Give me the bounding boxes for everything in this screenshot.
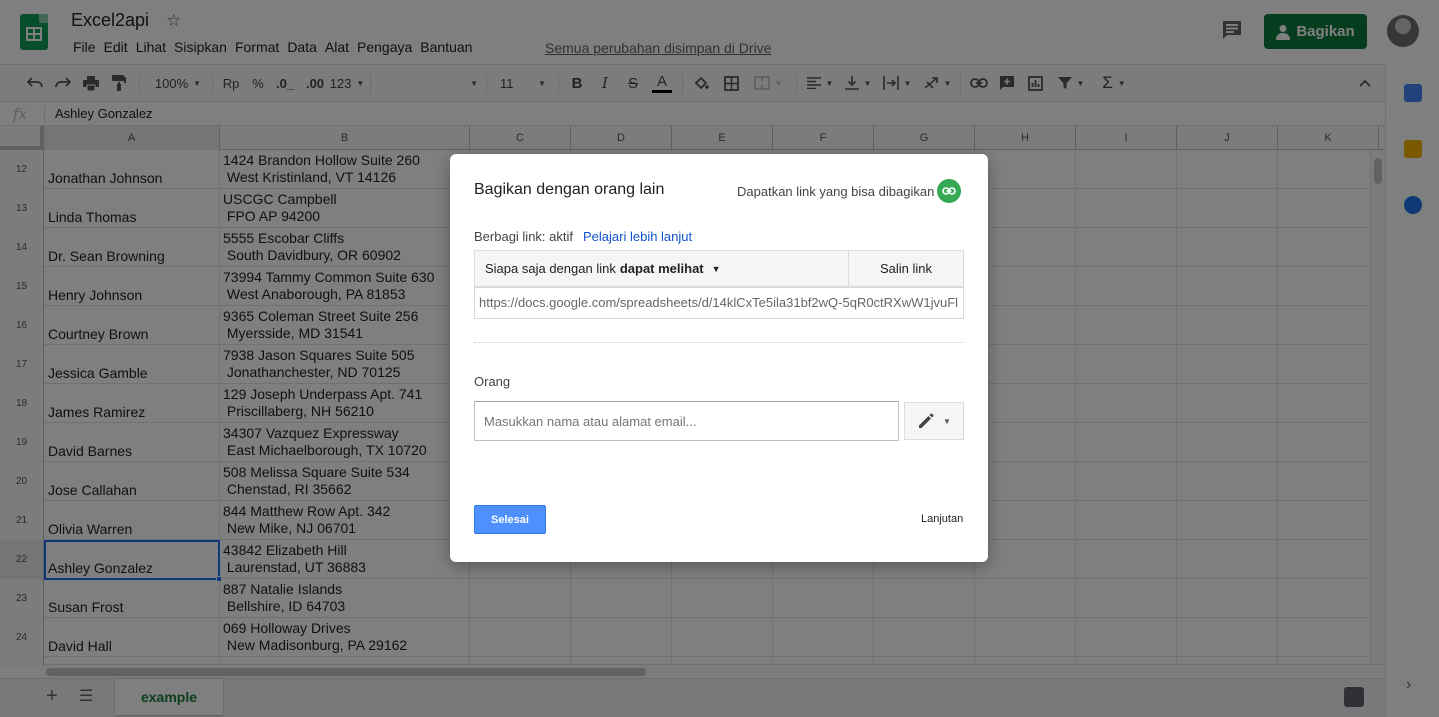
learn-more-link[interactable]: Pelajari lebih lanjut (583, 229, 692, 244)
link-sharing-status: Berbagi link: aktif (474, 229, 573, 244)
copy-link-button[interactable]: Salin link (848, 250, 964, 287)
dialog-title: Bagikan dengan orang lain (474, 181, 665, 198)
people-label: Orang (474, 374, 511, 389)
link-access-dropdown[interactable]: Siapa saja dengan link dapat melihat ▼ (474, 250, 849, 287)
access-level: dapat melihat (619, 261, 704, 276)
sheets-app: Excel2api ☆ File Edit Lihat Sisipkan For… (0, 0, 1439, 717)
share-dialog: Bagikan dengan orang lain Dapatkan link … (450, 154, 988, 562)
advanced-link[interactable]: Lanjutan (921, 513, 963, 525)
done-button[interactable]: Selesai (474, 505, 546, 534)
pencil-icon (919, 413, 934, 428)
permission-dropdown[interactable]: ▼ (904, 402, 964, 440)
caret-down-icon: ▼ (943, 416, 951, 426)
get-shareable-link[interactable]: Dapatkan link yang bisa dibagikan (737, 184, 934, 199)
access-prefix: Siapa saja dengan link (485, 261, 616, 276)
caret-down-icon: ▼ (711, 263, 721, 274)
link-icon[interactable] (937, 179, 961, 203)
section-divider (474, 342, 964, 343)
people-email-input[interactable] (474, 401, 899, 441)
share-link-field[interactable]: https://docs.google.com/spreadsheets/d/1… (474, 287, 964, 319)
